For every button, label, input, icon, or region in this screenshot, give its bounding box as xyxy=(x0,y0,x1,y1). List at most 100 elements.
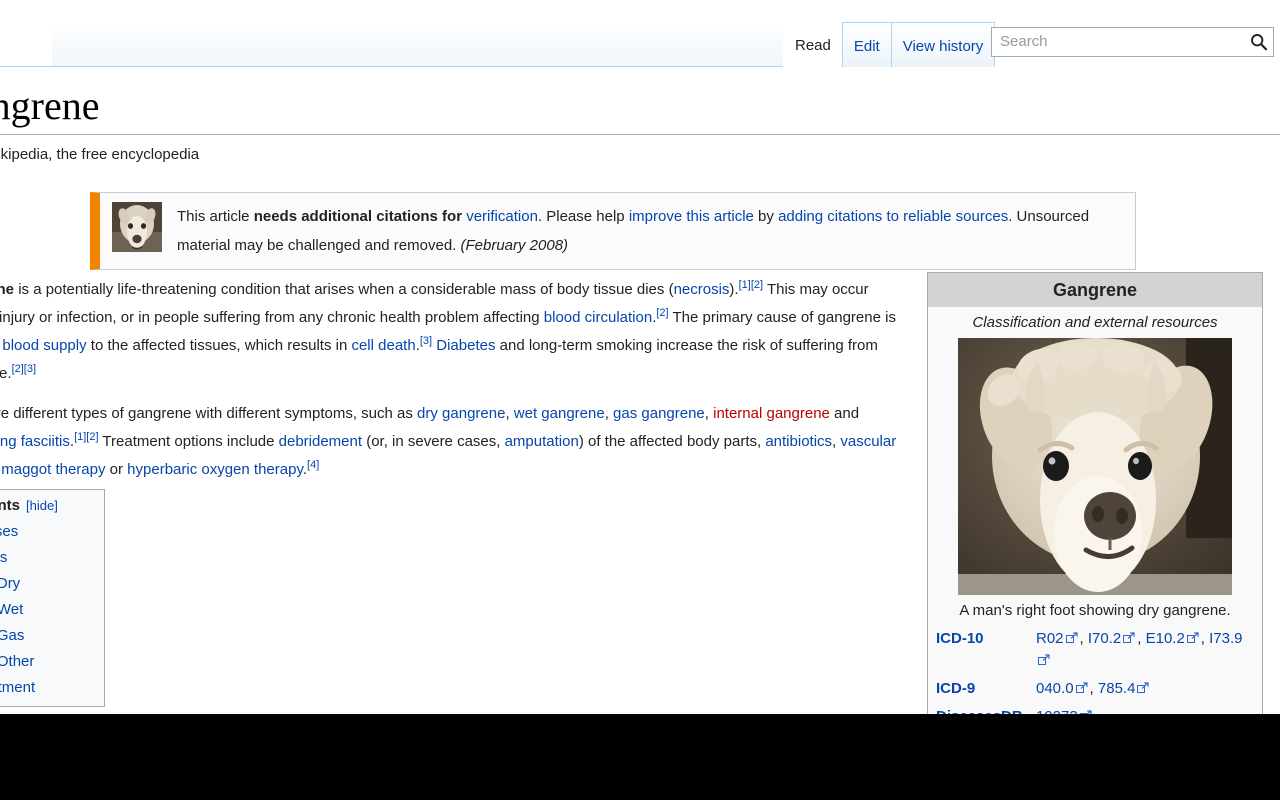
p2-text-1: There are different types of gangrene wi… xyxy=(0,405,417,422)
p2-text-7: Treatment options include xyxy=(99,433,279,450)
link-verification[interactable]: verification xyxy=(466,208,538,225)
ref-1[interactable]: [1] xyxy=(739,279,751,291)
search-placeholder-text: Search xyxy=(992,33,1245,51)
external-link-icon xyxy=(1123,629,1135,641)
toc-label: Wet xyxy=(0,601,23,618)
toc-link-causes[interactable]: 1Causes xyxy=(0,523,18,540)
toc-item-other: 2.4Other xyxy=(0,653,94,670)
ref-4[interactable]: [4] xyxy=(307,459,319,471)
infobox-row-icd9: ICD-9 040.0, 785.4 xyxy=(928,675,1262,703)
toc-link-treatment[interactable]: 3Treatment xyxy=(0,679,35,696)
paragraph-1: Gangrene is a potentially life-threateni… xyxy=(0,276,902,388)
icd10-code-link[interactable]: I73.9 xyxy=(1209,630,1242,647)
toc-link-wet[interactable]: 2.2Wet xyxy=(0,601,23,618)
reference-marker[interactable]: [2] xyxy=(656,307,668,319)
link-hyperbaric-oxygen-therapy[interactable]: hyperbaric oxygen therapy xyxy=(127,461,303,478)
diseasesdb-code-link[interactable]: 19273 xyxy=(1036,708,1078,714)
toc-hide-toggle[interactable]: [hide] xyxy=(26,498,58,513)
infobox-value-diseasesdb: 19273 xyxy=(1036,706,1094,714)
p1-text-2: ). xyxy=(729,281,738,298)
link-antibiotics[interactable]: antibiotics xyxy=(765,433,832,450)
ref-2b[interactable]: [2] xyxy=(656,307,668,319)
toc-link-other[interactable]: 2.4Other xyxy=(0,653,34,670)
tabbar-underline xyxy=(0,66,783,67)
toc-item-gas: 2.3Gas xyxy=(0,627,94,644)
reference-marker[interactable]: [2][3] xyxy=(12,363,36,375)
link-blood-supply[interactable]: blood supply xyxy=(2,337,86,354)
link-diabetes[interactable]: Diabetes xyxy=(436,337,495,354)
infobox: Gangrene Classification and external res… xyxy=(927,272,1263,714)
browser-viewport: Talk Read Edit View history Search xyxy=(0,0,1280,714)
notice-date: (February 2008) xyxy=(461,237,569,254)
table-of-contents: Contents [hide] 1Causes 2Types 2.1Dry 2.2… xyxy=(0,489,105,707)
tab-read-label: Read xyxy=(795,37,831,54)
link-improve-this-article[interactable]: improve this article xyxy=(629,208,754,225)
infobox-row-diseasesdb: DiseasesDB 19273 xyxy=(928,703,1262,714)
link-necrotizing-fasciitis[interactable]: necrotizing fasciitis xyxy=(0,433,70,450)
toc-heading-label: Contents xyxy=(0,497,20,514)
infobox-image[interactable] xyxy=(958,338,1232,595)
notice-text-3: by xyxy=(754,208,778,225)
tab-read[interactable]: Read xyxy=(783,22,843,67)
toc-item-causes: 1Causes xyxy=(0,523,94,540)
link-gas-gangrene[interactable]: gas gangrene xyxy=(613,405,705,422)
search-icon[interactable] xyxy=(1245,28,1273,56)
icd10-code-link[interactable]: R02 xyxy=(1036,630,1064,647)
p2-text-2: , xyxy=(505,405,513,422)
link-necrosis[interactable]: necrosis xyxy=(674,281,730,298)
toc-label: Treatment xyxy=(0,679,35,696)
infobox-value-icd10: R02, I70.2, E10.2, I73.9 xyxy=(1036,628,1256,672)
p1-text-6: to the affected tissues, which results i… xyxy=(87,337,352,354)
icd10-code-link[interactable]: E10.2 xyxy=(1146,630,1185,647)
ref-3[interactable]: [3] xyxy=(420,335,432,347)
tab-view-history[interactable]: View history xyxy=(891,22,996,67)
ref-2c[interactable]: [2] xyxy=(12,363,24,375)
reference-marker[interactable]: [4] xyxy=(307,459,319,471)
p2-text-12: or xyxy=(105,461,127,478)
link-debridement[interactable]: debridement xyxy=(279,433,362,450)
view-tabs: Read Edit View history xyxy=(784,22,995,67)
infobox-title: Gangrene xyxy=(928,273,1262,307)
page-navigation-bar: Talk Read Edit View history Search xyxy=(0,0,1280,67)
p2-text-3: , xyxy=(605,405,613,422)
toc-link-dry[interactable]: 2.1Dry xyxy=(0,575,20,592)
link-dry-gangrene[interactable]: dry gangrene xyxy=(417,405,505,422)
ref-3b[interactable]: [3] xyxy=(24,363,36,375)
link-blood-circulation[interactable]: blood circulation xyxy=(544,309,652,326)
ref-2d[interactable]: [2] xyxy=(86,431,98,443)
link-internal-gangrene[interactable]: internal gangrene xyxy=(713,405,830,422)
infobox-image-caption: A man's right foot showing dry gangrene. xyxy=(928,595,1262,625)
reference-marker[interactable]: [3] xyxy=(420,335,432,347)
search-input[interactable]: Search xyxy=(991,27,1274,57)
tab-view-history-label: View history xyxy=(903,38,984,55)
icd9-code-link[interactable]: 040.0 xyxy=(1036,680,1074,697)
toc-item-treatment: 3Treatment xyxy=(0,679,94,696)
icd10-code-link[interactable]: I70.2 xyxy=(1088,630,1121,647)
maintenance-notice-text: This article needs additional citations … xyxy=(177,202,1125,260)
notice-text-2: . Please help xyxy=(538,208,629,225)
link-amputation[interactable]: amputation xyxy=(505,433,579,450)
maintenance-notice-banner: This article needs additional citations … xyxy=(90,192,1136,270)
tab-edit[interactable]: Edit xyxy=(842,22,892,67)
toc-item-types: 2Types xyxy=(0,549,94,566)
paragraph-2: There are different types of gangrene wi… xyxy=(0,400,902,484)
link-cell-death[interactable]: cell death xyxy=(351,337,415,354)
infobox-label-icd9: ICD-9 xyxy=(936,678,1036,700)
tab-edit-label: Edit xyxy=(854,38,880,55)
link-adding-citations[interactable]: adding citations to reliable sources xyxy=(778,208,1008,225)
infobox-label-diseasesdb: DiseasesDB xyxy=(936,706,1036,714)
site-tagline: From Wikipedia, the free encyclopedia xyxy=(0,146,1280,164)
alpaca-thumbnail-icon xyxy=(112,202,162,252)
toc-link-gas[interactable]: 2.3Gas xyxy=(0,627,24,644)
icd9-code-link[interactable]: 785.4 xyxy=(1098,680,1136,697)
infobox-subtitle: Classification and external resources xyxy=(928,307,1262,338)
link-wet-gangrene[interactable]: wet gangrene xyxy=(514,405,605,422)
ref-2[interactable]: [2] xyxy=(751,279,763,291)
link-maggot-therapy[interactable]: maggot therapy xyxy=(1,461,105,478)
toc-link-types[interactable]: 2Types xyxy=(0,549,7,566)
external-link-icon xyxy=(1187,629,1199,641)
reference-marker[interactable]: [1][2] xyxy=(74,431,98,443)
reference-marker[interactable]: [1][2] xyxy=(739,279,763,291)
ref-1c[interactable]: [1] xyxy=(74,431,86,443)
article-header: Gangrene From Wikipedia, the free encycl… xyxy=(0,83,1280,164)
